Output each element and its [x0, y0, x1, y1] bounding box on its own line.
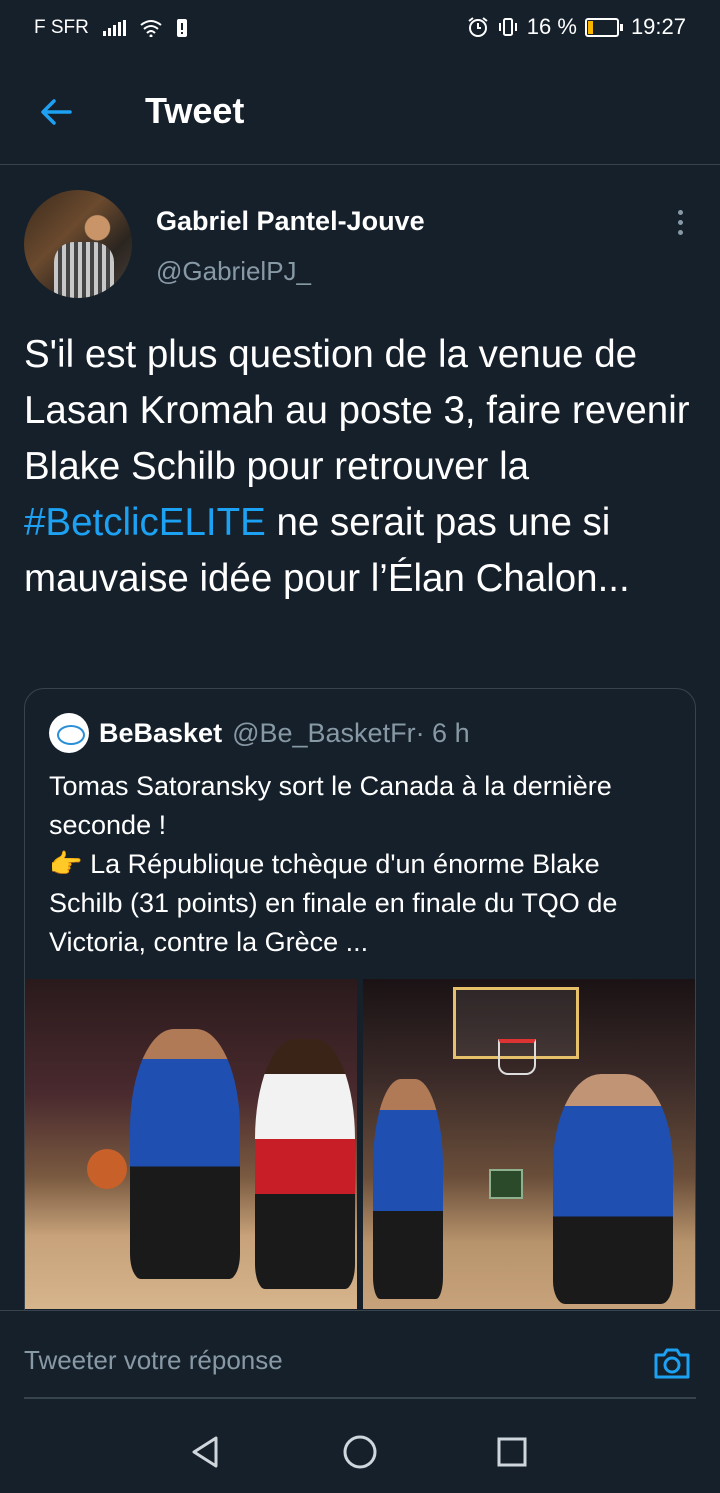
hashtag-link[interactable]: #BetclicELITE: [24, 501, 266, 544]
sim-icon: [176, 19, 187, 37]
author-name[interactable]: Gabriel Pantel-Jouve: [156, 206, 425, 237]
quoted-text-line: Tomas Satoransky sort le Canada à la der…: [49, 771, 612, 840]
home-circle-icon[interactable]: [340, 1432, 380, 1472]
clock: 19:27: [630, 14, 686, 39]
quoted-media: [25, 979, 695, 1309]
quoted-author-handle: @Be_BasketFr: [232, 717, 416, 748]
quoted-text-line: La République tchèque d'un énorme Blake …: [49, 849, 618, 957]
status-left: F SFR: [34, 17, 188, 39]
author-handle[interactable]: @GabrielPJ_: [156, 256, 311, 287]
avatar[interactable]: [24, 190, 132, 298]
reply-input[interactable]: Tweeter votre réponse: [24, 1345, 283, 1376]
carrier-label: F SFR: [34, 17, 89, 38]
camera-icon[interactable]: [652, 1345, 692, 1381]
alarm-icon: [468, 17, 488, 37]
reply-divider: [24, 1397, 696, 1399]
vibrate-icon: [498, 18, 517, 36]
battery-icon: [584, 17, 623, 37]
tweet-text-part: S'il est plus question de la venue de La…: [24, 333, 690, 488]
reply-bar: Tweeter votre réponse: [0, 1310, 720, 1411]
tweet-text: S'il est plus question de la venue de La…: [24, 327, 704, 607]
quoted-author-name: BeBasket: [99, 717, 223, 748]
media-photo-1[interactable]: [25, 979, 357, 1309]
arrow-left-icon[interactable]: [36, 92, 76, 132]
top-app-bar: Tweet: [0, 56, 720, 165]
signal-icon: [102, 20, 126, 36]
quoted-tweet-text: Tomas Satoransky sort le Canada à la der…: [49, 767, 679, 962]
back-triangle-icon[interactable]: [186, 1432, 226, 1472]
battery-percent: 16 %: [526, 14, 577, 39]
quoted-timestamp: · 6 h: [415, 717, 470, 748]
more-vertical-icon[interactable]: [668, 210, 692, 240]
status-right: 16 % 19:27: [467, 14, 686, 40]
media-photo-2[interactable]: [363, 979, 695, 1309]
quoted-tweet-header: BeBasket @Be_BasketFr · 6 h: [49, 713, 470, 753]
page-title: Tweet: [145, 90, 245, 131]
pointing-hand-icon: 👉: [49, 849, 83, 879]
quoted-tweet-card[interactable]: BeBasket @Be_BasketFr · 6 h Tomas Satora…: [24, 688, 696, 1330]
recents-square-icon[interactable]: [492, 1432, 532, 1472]
status-bar: F SFR 16 % 19:27: [0, 0, 720, 56]
tweet-author: Gabriel Pantel-Jouve @GabrielPJ_: [0, 188, 720, 308]
bebasket-logo-icon: [49, 713, 89, 753]
wifi-icon: [140, 20, 162, 37]
system-nav-bar: [0, 1410, 720, 1493]
